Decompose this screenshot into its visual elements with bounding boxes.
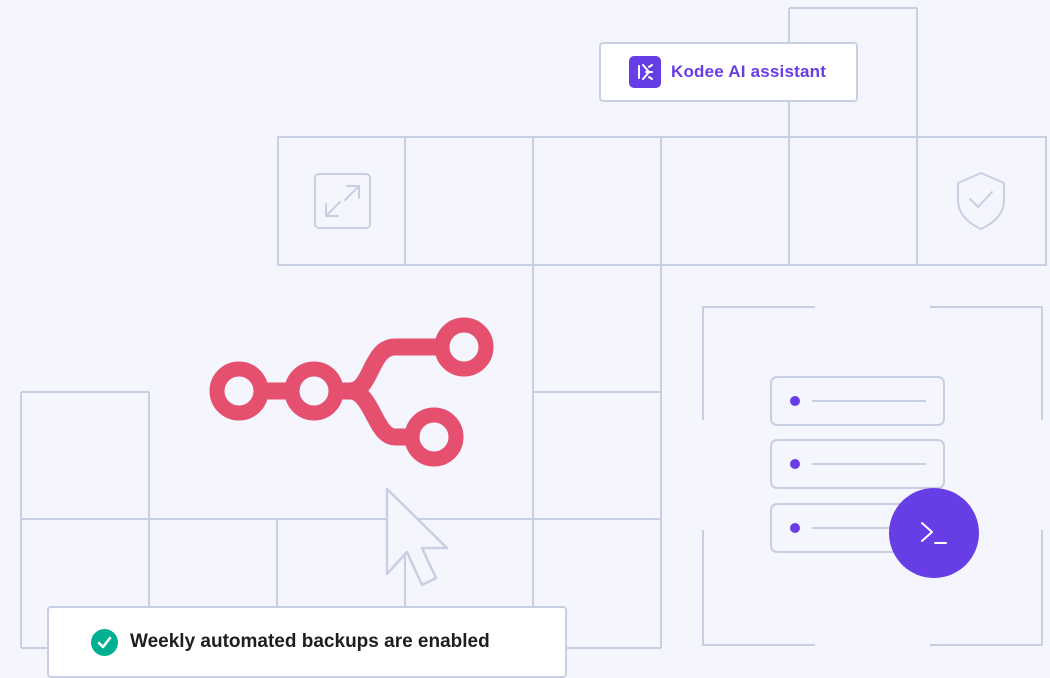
git-branch-icon (209, 317, 494, 467)
kodee-assistant-label: Kodee AI assistant (671, 62, 827, 81)
expand-icon (314, 173, 371, 229)
cursor-pointer-icon (385, 487, 449, 587)
kodee-logo-icon (629, 56, 661, 88)
terminal-button[interactable] (889, 488, 979, 578)
list-item (770, 376, 945, 426)
check-circle-icon (91, 628, 118, 656)
shield-check-icon (957, 172, 1005, 230)
background-illustration (20, 7, 1047, 649)
kodee-assistant-card[interactable]: Kodee AI assistant (599, 42, 858, 102)
backup-notification: Weekly automated backups are enabled (47, 606, 567, 678)
backup-notification-label: Weekly automated backups are enabled (130, 631, 490, 652)
terminal-prompt-icon (921, 522, 947, 544)
list-item (770, 439, 945, 489)
